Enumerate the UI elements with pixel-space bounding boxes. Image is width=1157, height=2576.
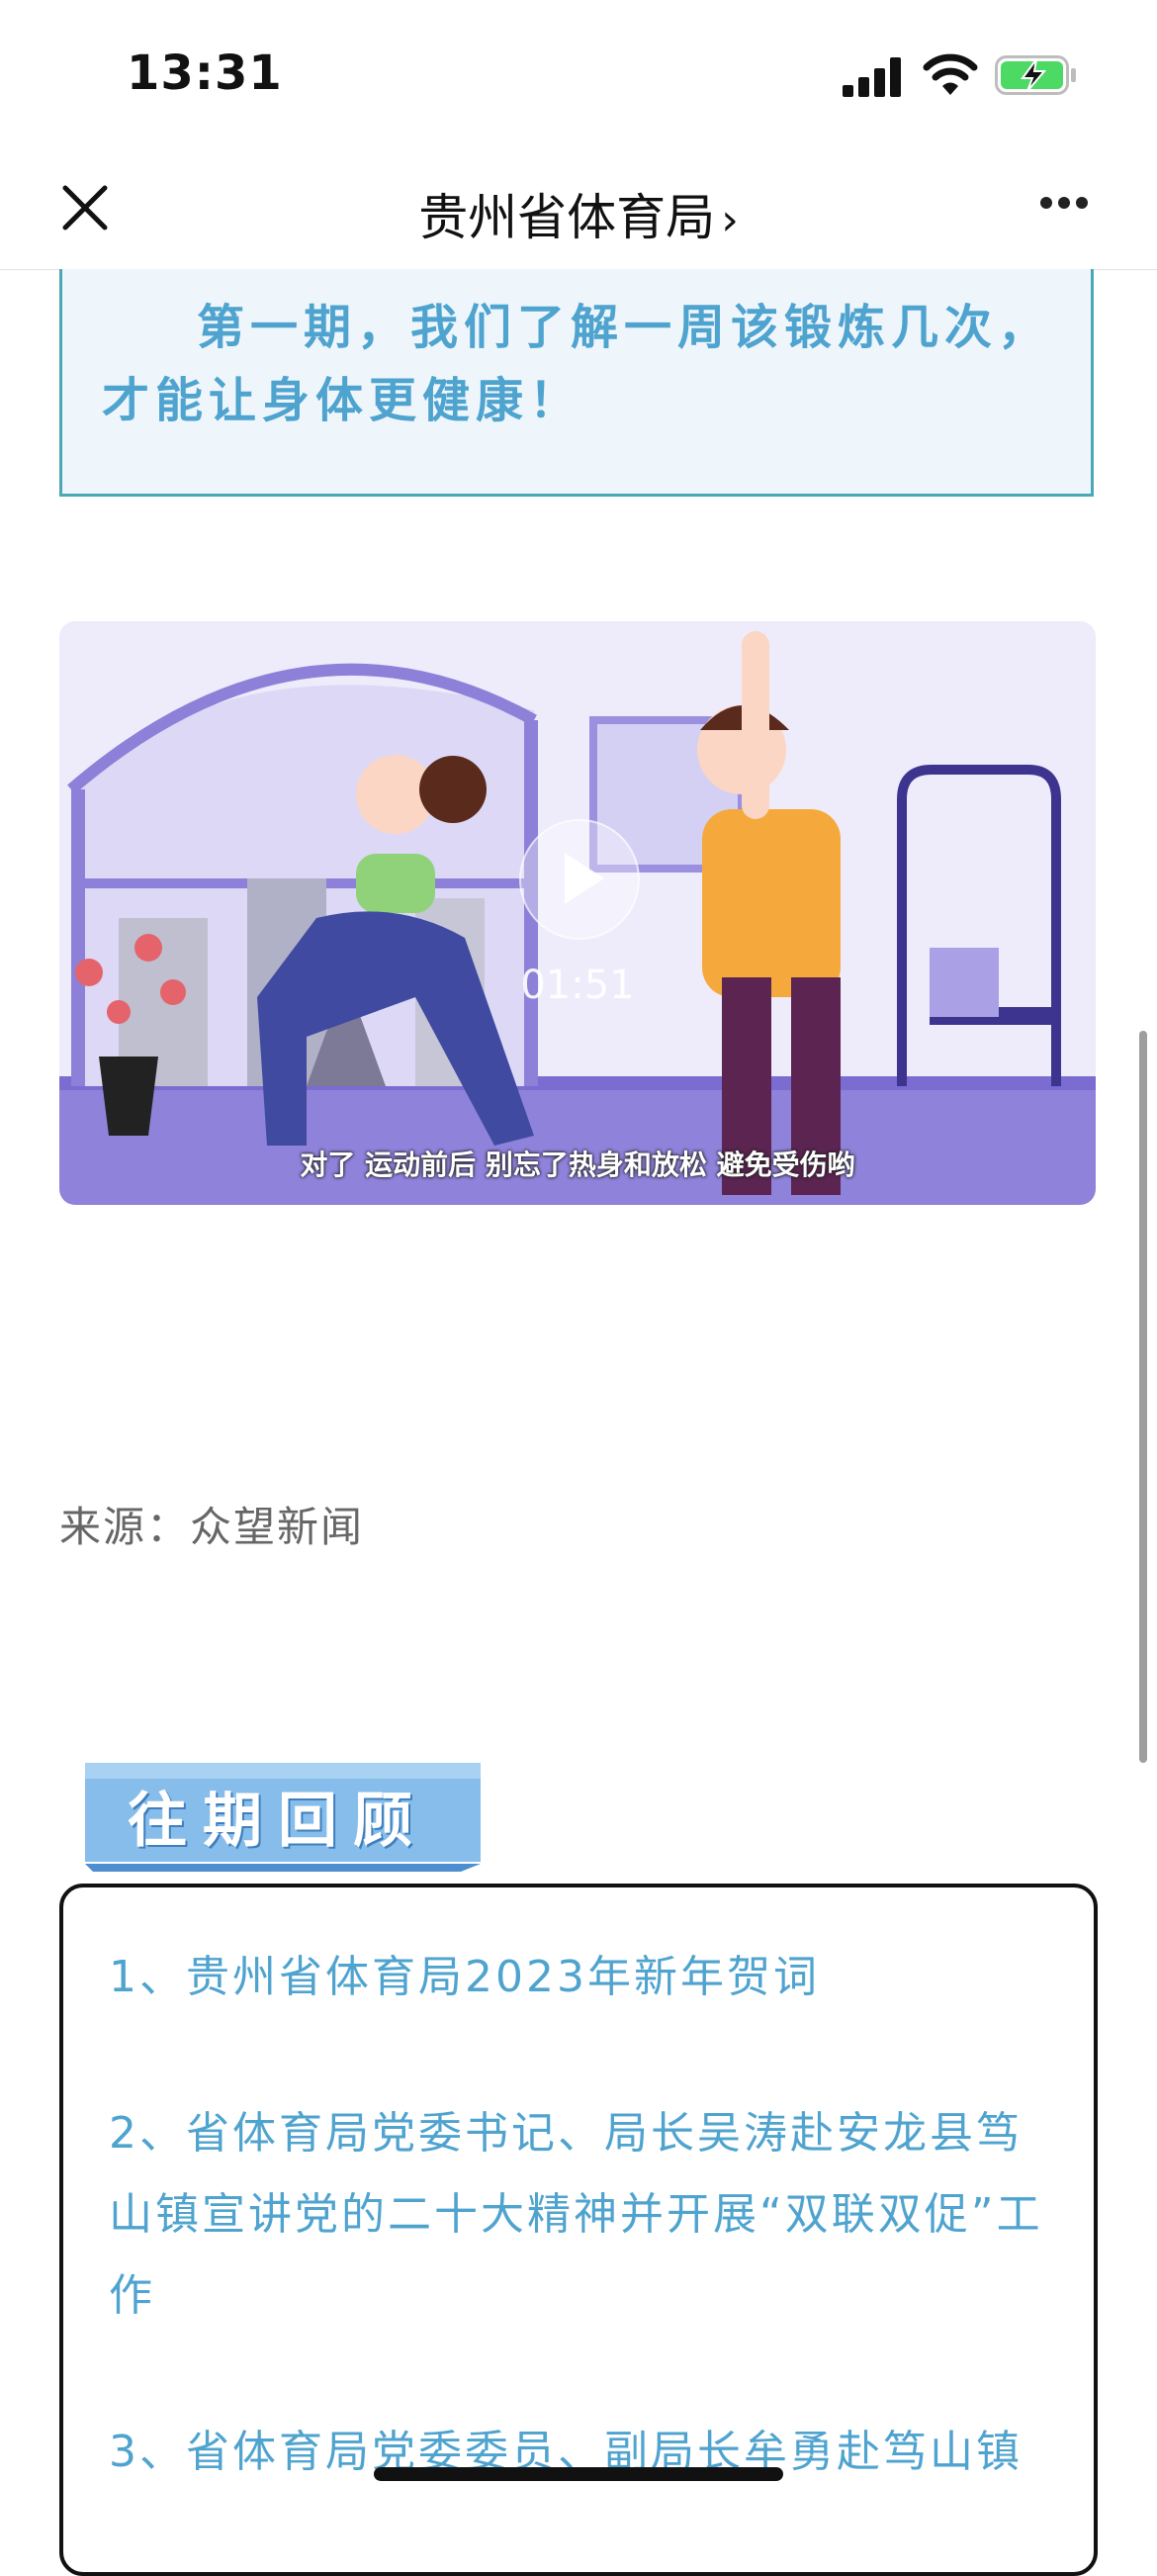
account-title[interactable]: 贵州省体育局 › xyxy=(0,178,1157,249)
video-duration: 01:51 xyxy=(520,963,635,1008)
review-item-1[interactable]: 1、贵州省体育局2023年新年贺词 xyxy=(109,1937,1048,2018)
battery-charging-icon xyxy=(995,55,1076,95)
source-text: 来源：众望新闻 xyxy=(59,1503,365,1551)
nav-bar: 贵州省体育局 › xyxy=(0,148,1157,270)
status-bar: 13:31 xyxy=(0,0,1157,148)
intro-box: 第一期，我们了解一周该锻炼几次，才能让身体更健康！ xyxy=(59,269,1094,497)
review-banner: 往期回顾 xyxy=(85,1763,481,1872)
scrollbar[interactable] xyxy=(1139,1031,1147,1763)
cellular-signal-icon xyxy=(843,57,901,97)
status-time: 13:31 xyxy=(127,46,283,101)
more-dots-icon[interactable] xyxy=(1040,194,1100,222)
play-icon[interactable] xyxy=(519,819,640,940)
review-title: 往期回顾 xyxy=(128,1787,428,1856)
review-item-2[interactable]: 2、省体育局党委书记、局长吴涛赴安龙县笃山镇宣讲党的二十大精神并开展“双联双促”… xyxy=(109,2093,1048,2337)
home-indicator[interactable] xyxy=(374,2467,783,2481)
video-subtitle: 对了 运动前后 别忘了热身和放松 避免受伤哟 xyxy=(300,1149,855,1181)
account-name[interactable]: 贵州省体育局 xyxy=(418,189,715,246)
intro-text: 第一期，我们了解一周该锻炼几次，才能让身体更健康！ xyxy=(102,300,1052,428)
chevron-right-icon: › xyxy=(721,195,739,245)
video-player[interactable]: 01:51 对了 运动前后 别忘了热身和放松 避免受伤哟 xyxy=(59,621,1096,1205)
wifi-icon xyxy=(923,53,978,95)
